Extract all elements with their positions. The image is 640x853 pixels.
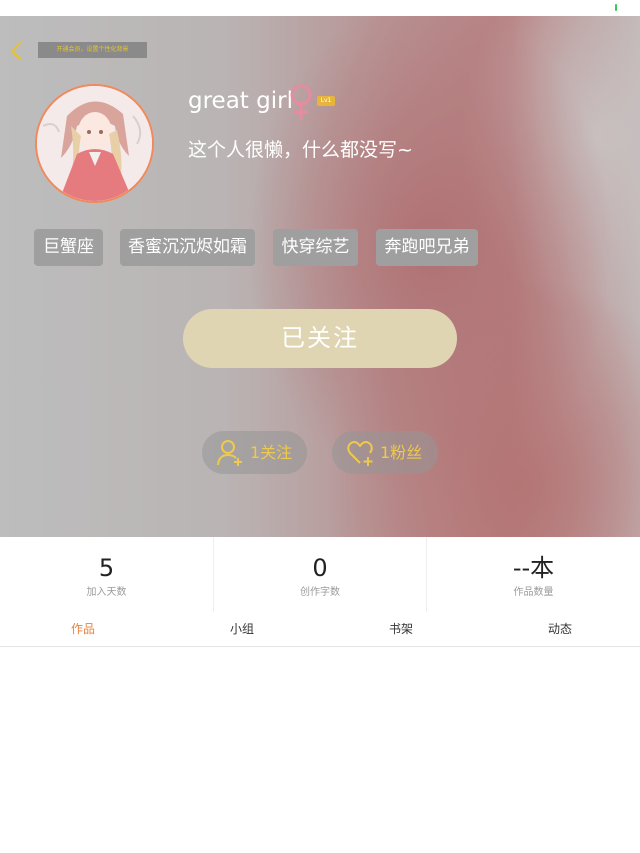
profile-signature: 这个人很懒，什么都没写~	[188, 139, 413, 161]
profile-stats: 5 加入天数 0 创作字数 --本 作品数量	[0, 537, 640, 612]
profile-header: 开通会员，设置个性化背景 great girl Lv1 这个人很懒，什么都没写~…	[0, 16, 640, 537]
fans-count: 1粉丝	[380, 443, 423, 462]
interest-tag[interactable]: 快穿综艺	[273, 229, 358, 266]
stat-works-count: --本 作品数量	[426, 537, 640, 612]
interest-tag[interactable]: 巨蟹座	[34, 229, 103, 266]
following-button[interactable]: 1关注	[202, 431, 307, 474]
stat-value: 5	[98, 554, 115, 582]
stat-caption: 创作字数	[300, 587, 340, 598]
follow-button[interactable]: 已关注	[183, 309, 457, 368]
back-button[interactable]	[6, 40, 28, 62]
avatar[interactable]	[35, 84, 154, 203]
stat-caption: 加入天数	[86, 587, 127, 598]
following-count: 1关注	[250, 443, 293, 462]
stat-value: --本	[512, 554, 555, 582]
interest-tag[interactable]: 香蜜沉沉烬如霜	[120, 229, 255, 266]
level-badge: Lv1	[317, 96, 335, 106]
stat-word-count: 0 创作字数	[213, 537, 426, 612]
tab-content	[0, 648, 640, 853]
tab-bookshelf[interactable]: 书架	[321, 612, 481, 647]
stat-value: 0	[312, 554, 328, 582]
person-add-icon	[217, 440, 242, 466]
avatar-image	[37, 86, 152, 201]
fans-button[interactable]: 1粉丝	[332, 431, 438, 474]
heart-add-icon	[347, 441, 373, 466]
stat-caption: 作品数量	[513, 587, 554, 598]
interest-tag[interactable]: 奔跑吧兄弟	[376, 229, 478, 266]
status-bar	[0, 0, 640, 16]
profile-tabs: 作品 小组 书架 动态	[0, 612, 640, 647]
tab-groups[interactable]: 小组	[162, 612, 322, 647]
tab-works[interactable]: 作品	[3, 612, 163, 647]
battery-indicator-icon	[615, 4, 617, 11]
female-symbol-icon	[290, 84, 312, 120]
username: great girl	[188, 88, 293, 114]
vip-background-banner[interactable]: 开通会员，设置个性化背景	[38, 42, 147, 58]
chevron-left-icon	[10, 41, 22, 61]
tab-activity[interactable]: 动态	[480, 612, 640, 647]
stat-join-days: 5 加入天数	[0, 537, 213, 612]
